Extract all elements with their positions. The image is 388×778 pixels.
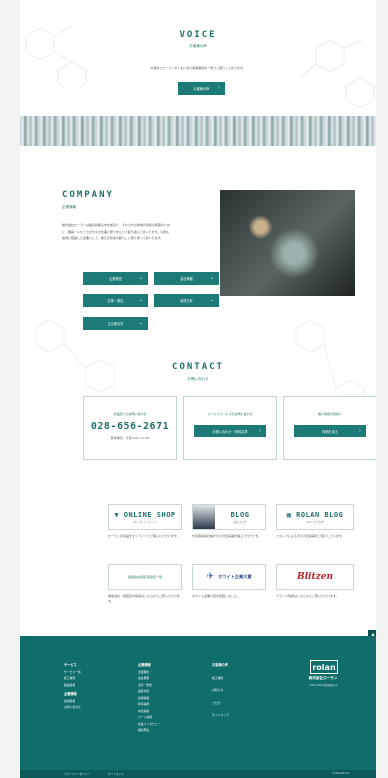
white-award-title: ホワイト企業大賞 (218, 574, 252, 579)
related-company-title: 関連会社情報 取扱店一覧 (128, 575, 162, 579)
privacy-label: 個人情報の取扱い (317, 412, 342, 416)
chevron-right-icon: › (218, 85, 220, 91)
voice-button-label: お客様の声 (193, 87, 210, 91)
rolan-blog-caption: スタッフによる日々の出来事をご紹介しています。 (276, 534, 345, 538)
blitzen-banner[interactable]: Blitzen (276, 564, 354, 590)
contact-form-button-label: お問い合わせ・資料請求 (212, 429, 248, 434)
phone-label: お電話でのお問い合わせ (113, 412, 147, 416)
sitemap-link[interactable]: サイトマップ (108, 772, 124, 776)
chevron-right-icon: › (359, 427, 361, 434)
white-award-banner[interactable]: ✈ ホワイト企業大賞 (192, 564, 266, 590)
company-button-philosophy[interactable]: 企業理念 ⌄ (83, 272, 148, 285)
privacy-button-label: 詳細を見る (322, 429, 338, 434)
company-button-overview[interactable]: 会社概要 ⌄ (154, 272, 219, 285)
molecule-decoration-icon (25, 25, 87, 88)
online-shop-sub: オンラインショップ (133, 520, 157, 524)
voice-description: お客様とローランがともに歩む取組事例を一覧でご紹介しております。 (150, 66, 246, 70)
online-shop-banner[interactable]: ▼ ONLINE SHOP オンラインショップ (108, 504, 182, 530)
blog-caption: 代表取締役社長が日々の出来事を綴るブログです。 (192, 534, 261, 538)
related-company-caption: 関連会社・取扱店の情報はこちらからご覧いただけます。 (108, 594, 181, 603)
contact-form-box: メールフォームでのお問い合わせ お問い合わせ・資料請求 › (183, 396, 277, 460)
contact-form-button[interactable]: お問い合わせ・資料請求 › (194, 425, 266, 437)
footer: サービス サービス一覧 施工事例 製品情報 企業情報 採用情報 お問い合わせ 企… (20, 636, 376, 778)
voice-title: VOICE (179, 30, 217, 40)
company-button-quality[interactable]: 品質方針 ⌄ (154, 294, 219, 307)
form-label: メールフォームでのお問い合わせ (207, 412, 253, 416)
footer-link[interactable]: 福利厚生 (138, 727, 160, 734)
footer-company-name: 株式会社ローラン (308, 676, 338, 680)
voice-button[interactable]: お客様の声 › (178, 82, 225, 95)
copyright: © ROLAN Inc. (332, 772, 350, 775)
related-company-banner[interactable]: 関連会社情報 取扱店一覧 (108, 564, 182, 590)
footer-link[interactable]: 製品情報 (64, 682, 81, 689)
chevron-down-icon: ⌄ (138, 275, 143, 281)
footer-link[interactable]: サイトマップ (212, 712, 229, 719)
footer-col-other: お客様の声 施工事例 お知らせ ブログ サイトマップ (212, 662, 229, 719)
blitzen-logo: Blitzen (297, 572, 333, 582)
phone-hours: 受付時間：平日9:00~17:00 (110, 436, 150, 440)
footer-link[interactable]: お知らせ (212, 687, 229, 694)
online-shop-title: ▼ ONLINE SHOP (114, 510, 176, 519)
company-subtitle: 企業情報 (62, 205, 76, 209)
blog-banner[interactable]: BLOG 社長ブログ (192, 504, 266, 530)
chevron-down-icon: ⌄ (138, 297, 143, 303)
rolan-blog-banner[interactable]: ▦ ROLAN BLOG スタッフブログ (276, 504, 354, 530)
award-wing-icon: ✈ (206, 572, 215, 582)
footer-col-company: 企業情報 企業理念 会社概要 沿革・歴史 品質方針 採用情報 新卒採用 中途採用… (138, 662, 160, 734)
voice-subtitle: お客様の声 (189, 44, 207, 48)
chevron-down-icon: ⌄ (209, 275, 214, 281)
online-shop-caption: ローランの商品をオンラインでご購入いただけます。 (108, 534, 180, 538)
company-button-label: 会社概要 (180, 277, 193, 281)
chevron-down-icon: ⌄ (138, 320, 143, 326)
footer-link[interactable]: ブログ (212, 700, 229, 707)
blitzen-caption: ブランド情報はこちらからご覧いただけます。 (276, 594, 339, 598)
footer-link[interactable]: お問い合わせ (64, 704, 81, 711)
company-button-history[interactable]: 沿革・歴史 ⌄ (83, 294, 148, 307)
company-button-label: 主な取引先 (107, 322, 124, 326)
privacy-policy-link[interactable]: プライバシーポリシー (64, 772, 90, 776)
contact-subtitle: お問い合わせ (187, 377, 209, 381)
president-photo (193, 505, 215, 529)
chevron-right-icon: › (259, 427, 261, 434)
footer-link[interactable]: 施工事例 (212, 675, 229, 682)
contact-privacy-box: 個人情報の取扱い 詳細を見る › (283, 396, 376, 460)
privacy-button[interactable]: 詳細を見る › (294, 425, 366, 437)
footer-address: 〒963-0000 福島県郡山市 (308, 684, 338, 687)
contact-title: CONTACT (172, 362, 224, 372)
white-award-caption: ホワイト企業大賞を受賞しました。 (192, 594, 241, 598)
book-icon: ▦ (286, 510, 292, 519)
footer-logo[interactable]: rolan (310, 660, 338, 674)
page: VOICE お客様の声 お客様とローランがともに歩む取組事例を一覧でご紹介してお… (20, 0, 376, 778)
phone-number[interactable]: 028-656-2671 (84, 421, 176, 432)
photo-banner (20, 116, 376, 146)
footer-col-services: サービス サービス一覧 施工事例 製品情報 企業情報 採用情報 お問い合わせ (64, 662, 81, 711)
blog-text: BLOG 社長ブログ (215, 511, 265, 524)
company-button-partners[interactable]: 主な取引先 ⌄ (83, 317, 148, 330)
blog-sub: 社長ブログ (233, 520, 247, 524)
footer-link[interactable]: お客様の声 (212, 662, 229, 669)
company-title: COMPANY (62, 190, 114, 200)
company-button-label: 企業理念 (109, 277, 122, 281)
blog-title: BLOG (230, 510, 250, 519)
rolan-blog-sub: スタッフブログ (305, 520, 325, 524)
company-description: 株式会社ローランは福島県郡山市を拠点に、それぞれの地域の皆様の笑顔のために、職員… (62, 223, 170, 240)
contact-phone-box: お電話でのお問い合わせ 028-656-2671 受付時間：平日9:00~17:… (83, 396, 177, 460)
company-button-label: 沿革・歴史 (107, 299, 124, 303)
shop-mark-icon: ▼ (114, 510, 120, 519)
company-button-label: 品質方針 (180, 299, 193, 303)
molecule-decoration-icon (299, 39, 375, 109)
company-photo (220, 190, 355, 296)
rolan-blog-title: ▦ ROLAN BLOG (286, 510, 344, 519)
chevron-down-icon: ⌄ (209, 297, 214, 303)
